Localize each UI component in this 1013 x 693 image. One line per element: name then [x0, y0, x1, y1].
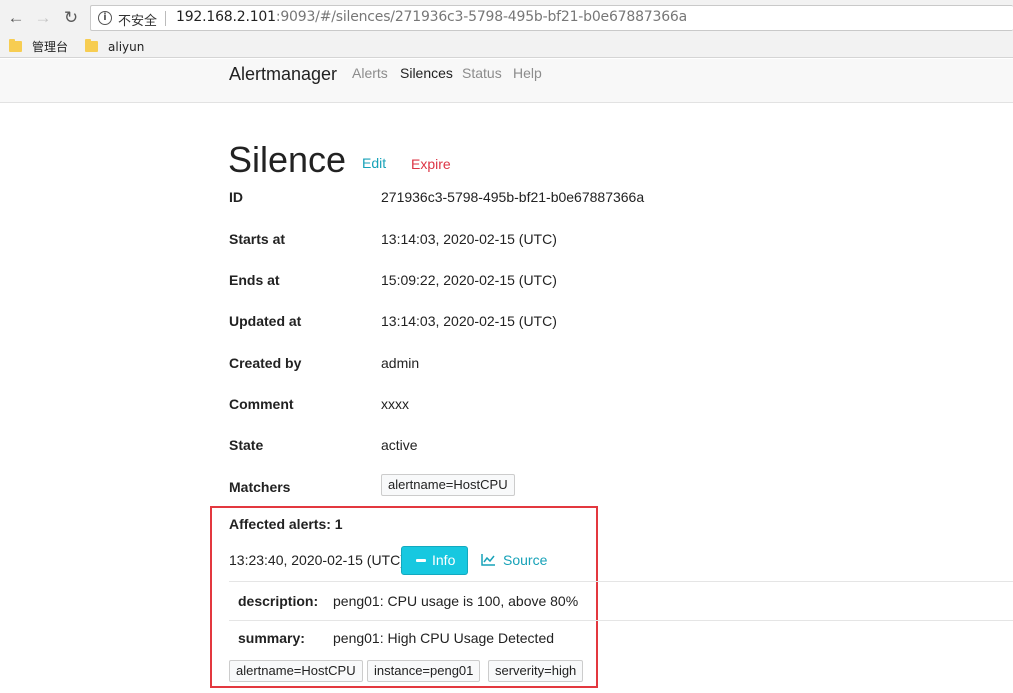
- folder-icon: [9, 39, 22, 52]
- nav-silences[interactable]: Silences: [400, 65, 453, 81]
- detail-label-created-by: Created by: [229, 355, 302, 371]
- info-button-label: Info: [432, 552, 456, 568]
- annotation-key-description: description:: [238, 593, 319, 609]
- detail-label-matchers: Matchers: [229, 479, 291, 495]
- detail-label-updated-at: Updated at: [229, 313, 302, 329]
- label-tag-serverity: serverity=high: [488, 660, 584, 682]
- detail-label-id: ID: [229, 189, 243, 205]
- page-title: Silence: [228, 139, 347, 180]
- divider: [229, 620, 1013, 621]
- alert-timestamp: 13:23:40, 2020-02-15 (UTC): [229, 552, 405, 568]
- detail-label-state: State: [229, 437, 264, 453]
- browser-toolbar: ← → ↻ i 不安全 192.168.2.101:9093/#/silence…: [0, 0, 1013, 36]
- bookmark-item[interactable]: 管理台: [9, 38, 68, 56]
- detail-label-comment: Comment: [229, 396, 294, 412]
- folder-icon: [85, 39, 98, 52]
- nav-alerts[interactable]: Alerts: [352, 65, 388, 81]
- expire-link[interactable]: Expire: [411, 156, 451, 172]
- detail-value-comment: xxxx: [381, 396, 409, 412]
- annotation-value-summary: peng01: High CPU Usage Detected: [333, 630, 555, 646]
- detail-value-state: active: [381, 437, 418, 453]
- detail-value-id: 271936c3-5798-495b-bf21-b0e67887366a: [381, 189, 645, 205]
- bookmark-label: 管理台: [32, 40, 69, 54]
- source-link[interactable]: Source: [481, 552, 547, 568]
- detail-value-starts-at: 13:14:03, 2020-02-15 (UTC): [381, 231, 557, 247]
- source-link-label: Source: [503, 552, 548, 568]
- url-host: 192.168.2.101: [176, 9, 276, 25]
- annotation-value-description: peng01: CPU usage is 100, above 80%: [333, 593, 579, 609]
- forward-arrow-icon[interactable]: →: [33, 8, 53, 28]
- divider: [229, 581, 1013, 582]
- minus-icon: [416, 559, 426, 562]
- brand-link[interactable]: Alertmanager: [229, 64, 337, 85]
- omnibox-divider: [165, 11, 166, 26]
- detail-value-created-by: admin: [381, 355, 420, 371]
- reload-icon[interactable]: ↻: [61, 8, 81, 28]
- edit-link[interactable]: Edit: [362, 155, 386, 171]
- detail-value-updated-at: 13:14:03, 2020-02-15 (UTC): [381, 313, 557, 329]
- url-path: :9093/#/silences/271936c3-5798-495b-bf21…: [275, 9, 687, 25]
- back-arrow-icon[interactable]: ←: [6, 8, 26, 28]
- address-bar[interactable]: i 不安全 192.168.2.101:9093/#/silences/2719…: [90, 5, 1013, 31]
- detail-label-ends-at: Ends at: [229, 272, 280, 288]
- detail-value-ends-at: 15:09:22, 2020-02-15 (UTC): [381, 272, 557, 288]
- label-tag-instance: instance=peng01: [367, 660, 481, 682]
- matcher-tag: alertname=HostCPU: [381, 474, 515, 496]
- affected-alerts-heading: Affected alerts: 1: [229, 516, 343, 532]
- url-text[interactable]: 192.168.2.101:9093/#/silences/271936c3-5…: [176, 9, 687, 25]
- bookmarks-bar: 管理台 aliyun: [0, 36, 1013, 58]
- info-button[interactable]: Info: [401, 546, 468, 575]
- line-chart-icon: [481, 554, 495, 566]
- nav-status[interactable]: Status: [462, 65, 502, 81]
- bookmark-item[interactable]: aliyun: [85, 38, 144, 56]
- label-tag-alertname: alertname=HostCPU: [229, 660, 363, 682]
- site-info-icon[interactable]: i: [98, 11, 112, 25]
- app-navbar: Alertmanager Alerts Silences Status Help: [0, 59, 1013, 103]
- insecure-label[interactable]: 不安全: [118, 10, 157, 29]
- nav-help[interactable]: Help: [513, 65, 542, 81]
- bookmark-label: aliyun: [108, 40, 145, 54]
- detail-label-starts-at: Starts at: [229, 231, 286, 247]
- annotation-key-summary: summary:: [238, 630, 305, 646]
